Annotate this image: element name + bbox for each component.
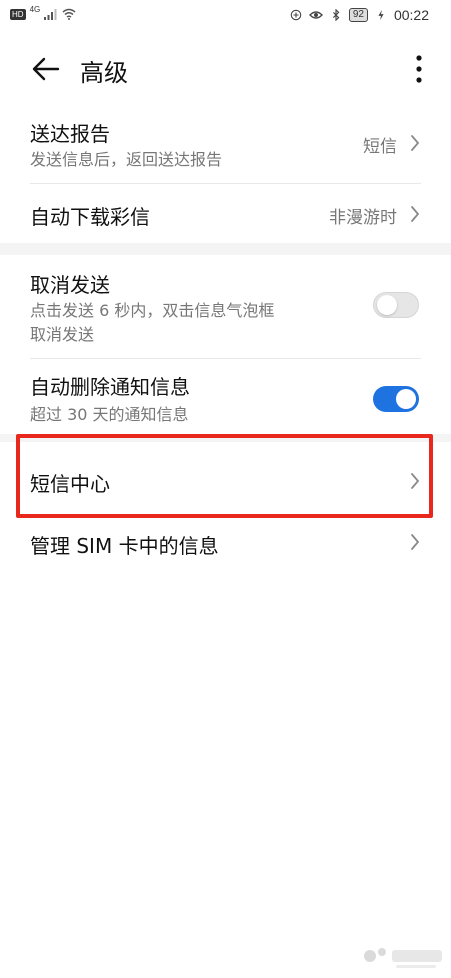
- back-button[interactable]: [28, 51, 64, 87]
- baidu-watermark-logo: [364, 948, 442, 968]
- setting-title: 送达报告: [30, 122, 110, 146]
- network-type: 4G: [29, 4, 41, 14]
- app-bar: 高级: [0, 45, 451, 93]
- chevron-right-icon: [411, 534, 420, 550]
- toggle-knob: [377, 295, 397, 315]
- setting-value: 短信: [363, 137, 397, 157]
- battery-level: 92: [348, 8, 368, 22]
- bluetooth-icon: [332, 9, 340, 21]
- setting-title: 管理 SIM 卡中的信息: [30, 534, 219, 558]
- setting-manage-sim-messages[interactable]: 管理 SIM 卡中的信息: [0, 518, 451, 574]
- signal-icon: [44, 9, 57, 20]
- setting-delivery-report[interactable]: 送达报告 发送信息后，返回送达报告 短信: [0, 108, 451, 182]
- setting-subtitle-line1: 点击发送 6 秒内，双击信息气泡框: [30, 301, 275, 320]
- toggle-knob: [396, 389, 416, 409]
- setting-title: 自动下载彩信: [30, 205, 150, 229]
- chevron-right-icon: [411, 206, 420, 222]
- cancel-send-toggle[interactable]: [373, 292, 419, 318]
- status-bar: HD 4G 92 00:22: [0, 0, 451, 34]
- charging-icon: [378, 9, 384, 21]
- status-left: HD 4G: [10, 4, 76, 20]
- setting-title: 取消发送: [30, 273, 110, 297]
- setting-auto-delete-notifications: 自动删除通知信息 超过 30 天的通知信息: [0, 359, 451, 433]
- status-right: 92 00:22: [289, 7, 429, 23]
- highlight-box: [16, 434, 433, 518]
- clock: 00:22: [393, 7, 429, 23]
- back-arrow-icon: [32, 57, 60, 81]
- hd-badge: HD: [10, 8, 26, 20]
- setting-subtitle: 发送信息后，返回送达报告: [30, 150, 223, 169]
- auto-delete-toggle[interactable]: [373, 386, 419, 412]
- chevron-right-icon: [411, 135, 420, 151]
- page-title: 高级: [80, 59, 128, 87]
- setting-subtitle-line2: 取消发送: [30, 325, 95, 344]
- more-options-button[interactable]: [407, 49, 431, 89]
- setting-auto-download-mms[interactable]: 自动下载彩信 非漫游时: [0, 184, 451, 242]
- section-separator: [0, 243, 451, 255]
- setting-cancel-send: 取消发送 点击发送 6 秒内，双击信息气泡框 取消发送: [0, 255, 451, 357]
- more-vert-icon: [416, 55, 422, 83]
- setting-value: 非漫游时: [329, 208, 397, 228]
- data-saver-icon: [290, 9, 302, 21]
- eye-comfort-icon: [308, 11, 323, 19]
- wifi-icon: [62, 8, 76, 20]
- setting-title: 自动删除通知信息: [30, 375, 190, 399]
- setting-subtitle: 超过 30 天的通知信息: [30, 405, 189, 424]
